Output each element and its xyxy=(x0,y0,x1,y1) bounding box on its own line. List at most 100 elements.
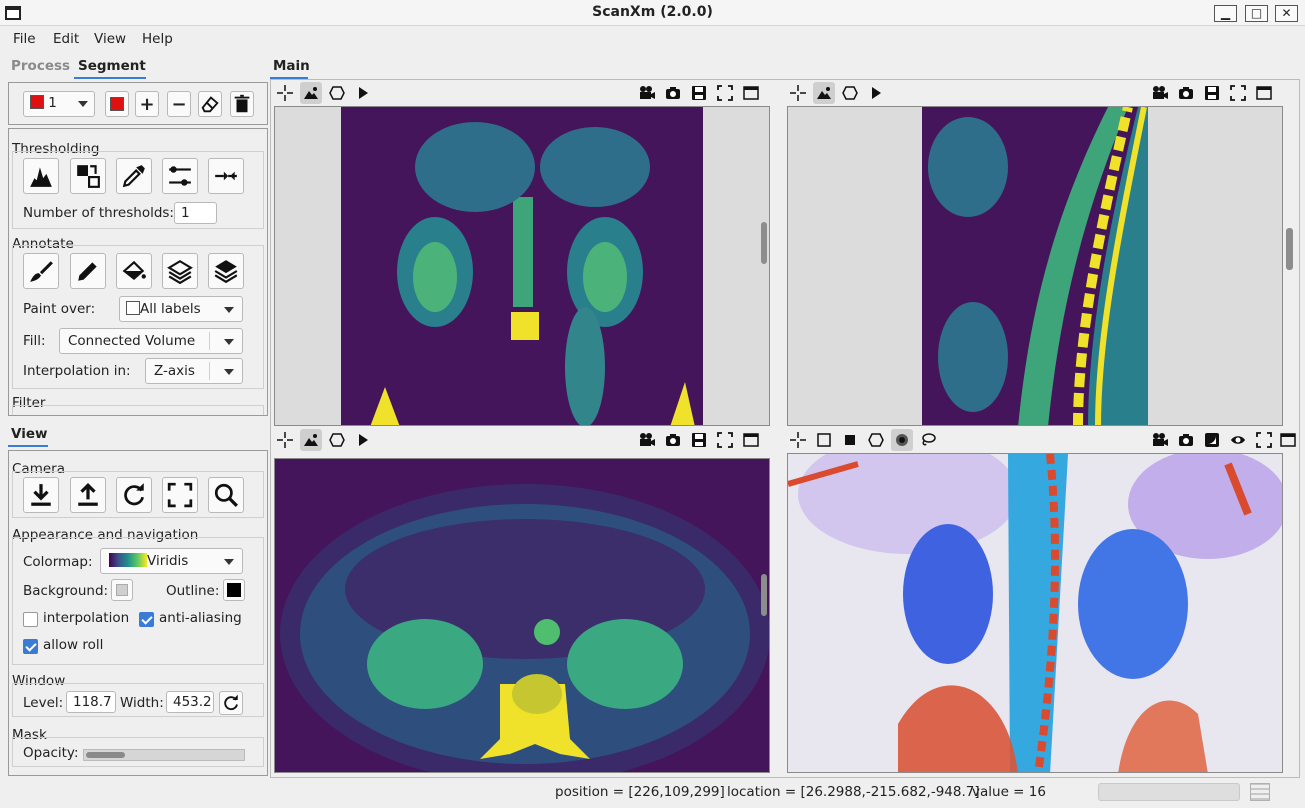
add-label-button[interactable]: + xyxy=(135,91,159,117)
save-button[interactable] xyxy=(688,429,710,451)
width-input[interactable]: 453.2 xyxy=(166,691,214,713)
record-button[interactable] xyxy=(636,429,658,451)
record-button[interactable] xyxy=(636,82,658,104)
save-button[interactable] xyxy=(688,82,710,104)
camera-zoom-button[interactable] xyxy=(208,477,244,513)
screenshot-button[interactable] xyxy=(662,429,684,451)
interpolation-axis-select[interactable]: Z-axis xyxy=(145,358,243,384)
blur-button[interactable] xyxy=(891,429,913,451)
num-thresholds-input[interactable]: 1 xyxy=(174,202,217,224)
maximize-view-button[interactable] xyxy=(1253,82,1275,104)
view-tab[interactable]: View xyxy=(11,426,47,442)
polygon-button[interactable] xyxy=(326,82,348,104)
image-button[interactable] xyxy=(300,429,322,451)
delete-label-button[interactable] xyxy=(230,91,254,117)
screenshot-button[interactable] xyxy=(1175,82,1197,104)
screenshot-button[interactable] xyxy=(662,82,684,104)
sagittal-viewport[interactable] xyxy=(787,106,1283,426)
tab-main[interactable]: Main xyxy=(273,58,310,74)
video-camera-icon xyxy=(640,86,655,99)
close-button[interactable]: ✕ xyxy=(1275,5,1298,22)
histogram-button[interactable] xyxy=(23,158,59,194)
tab-process[interactable]: Process xyxy=(11,58,70,74)
vertical-scrollbar[interactable] xyxy=(761,222,767,264)
pencil-button[interactable] xyxy=(70,253,106,289)
pipette-button[interactable] xyxy=(116,158,152,194)
opacity-slider-handle[interactable] xyxy=(86,752,125,758)
camera-upload-button[interactable] xyxy=(70,477,106,513)
play-button[interactable] xyxy=(352,429,374,451)
play-button[interactable] xyxy=(865,82,887,104)
fill-select[interactable]: Connected Volume xyxy=(59,328,243,354)
play-button[interactable] xyxy=(352,82,374,104)
eraser-button[interactable] xyxy=(198,91,222,117)
crosshair-button[interactable] xyxy=(274,82,296,104)
image-icon xyxy=(817,87,831,99)
shading-button[interactable] xyxy=(1201,429,1223,451)
paint-bucket-icon xyxy=(122,260,146,280)
fullscreen-button[interactable] xyxy=(1227,82,1249,104)
vertical-scrollbar[interactable] xyxy=(761,574,767,616)
outline-color-button[interactable] xyxy=(223,579,245,601)
crosshair-button[interactable] xyxy=(787,82,809,104)
axial-viewport[interactable] xyxy=(274,458,770,773)
maximize-view-button[interactable] xyxy=(1277,429,1299,451)
maximize-button[interactable]: □ xyxy=(1245,5,1268,22)
save-button[interactable] xyxy=(1201,82,1223,104)
label-selector[interactable]: 1 xyxy=(23,91,95,117)
menu-edit[interactable]: Edit xyxy=(53,31,79,47)
sagittal-scrollbar[interactable] xyxy=(1286,228,1293,270)
menu-file[interactable]: File xyxy=(13,31,36,47)
size-grip-icon[interactable] xyxy=(1250,783,1270,801)
threshold-apply-button[interactable] xyxy=(70,158,106,194)
camera-download-button[interactable] xyxy=(23,477,59,513)
record-button[interactable] xyxy=(1149,429,1171,451)
image-button[interactable] xyxy=(300,82,322,104)
image-icon xyxy=(304,434,318,446)
maximize-view-button[interactable] xyxy=(740,82,762,104)
window-reset-button[interactable] xyxy=(219,691,243,715)
background-label: Background: xyxy=(23,583,109,599)
colormap-select[interactable]: Viridis xyxy=(100,548,243,574)
screenshot-button[interactable] xyxy=(1175,429,1197,451)
remove-label-button[interactable]: − xyxy=(167,91,191,117)
layers-filled-button[interactable] xyxy=(208,253,244,289)
box-filled-button[interactable] xyxy=(839,429,861,451)
crosshair-button[interactable] xyxy=(274,429,296,451)
volume-render-viewport[interactable] xyxy=(787,453,1283,773)
brush-button[interactable] xyxy=(23,253,59,289)
fullscreen-button[interactable] xyxy=(714,429,736,451)
coronal-viewport[interactable] xyxy=(274,106,770,426)
pipette-icon xyxy=(122,165,145,188)
merge-button[interactable] xyxy=(208,158,244,194)
lasso-button[interactable] xyxy=(917,429,939,451)
layers-button[interactable] xyxy=(162,253,198,289)
background-color-button[interactable] xyxy=(111,579,133,601)
visibility-button[interactable] xyxy=(1227,429,1249,451)
tab-segment[interactable]: Segment xyxy=(78,58,146,74)
fullscreen-button[interactable] xyxy=(714,82,736,104)
polygon-button[interactable] xyxy=(326,429,348,451)
level-input[interactable]: 118.7 xyxy=(66,691,116,713)
camera-reset-button[interactable] xyxy=(116,477,152,513)
minimize-button[interactable]: ▁ xyxy=(1214,5,1237,22)
paint-over-select[interactable]: All labels xyxy=(119,296,243,322)
camera-fit-button[interactable] xyxy=(162,477,198,513)
maximize-view-button[interactable] xyxy=(740,429,762,451)
fill-button[interactable] xyxy=(116,253,152,289)
interpolation-checkbox[interactable] xyxy=(23,612,38,627)
menu-view[interactable]: View xyxy=(94,31,126,47)
record-button[interactable] xyxy=(1149,82,1171,104)
allow-roll-checkbox[interactable] xyxy=(23,639,38,654)
antialiasing-checkbox[interactable] xyxy=(139,612,154,627)
fullscreen-button[interactable] xyxy=(1253,429,1275,451)
opacity-slider[interactable] xyxy=(83,749,245,761)
image-button[interactable] xyxy=(813,82,835,104)
crosshair-button[interactable] xyxy=(787,429,809,451)
box-outline-button[interactable] xyxy=(813,429,835,451)
threshold-settings-button[interactable] xyxy=(162,158,198,194)
menu-help[interactable]: Help xyxy=(142,31,173,47)
label-color-button[interactable] xyxy=(105,91,129,117)
polygon-button[interactable] xyxy=(839,82,861,104)
polygon-button[interactable] xyxy=(865,429,887,451)
